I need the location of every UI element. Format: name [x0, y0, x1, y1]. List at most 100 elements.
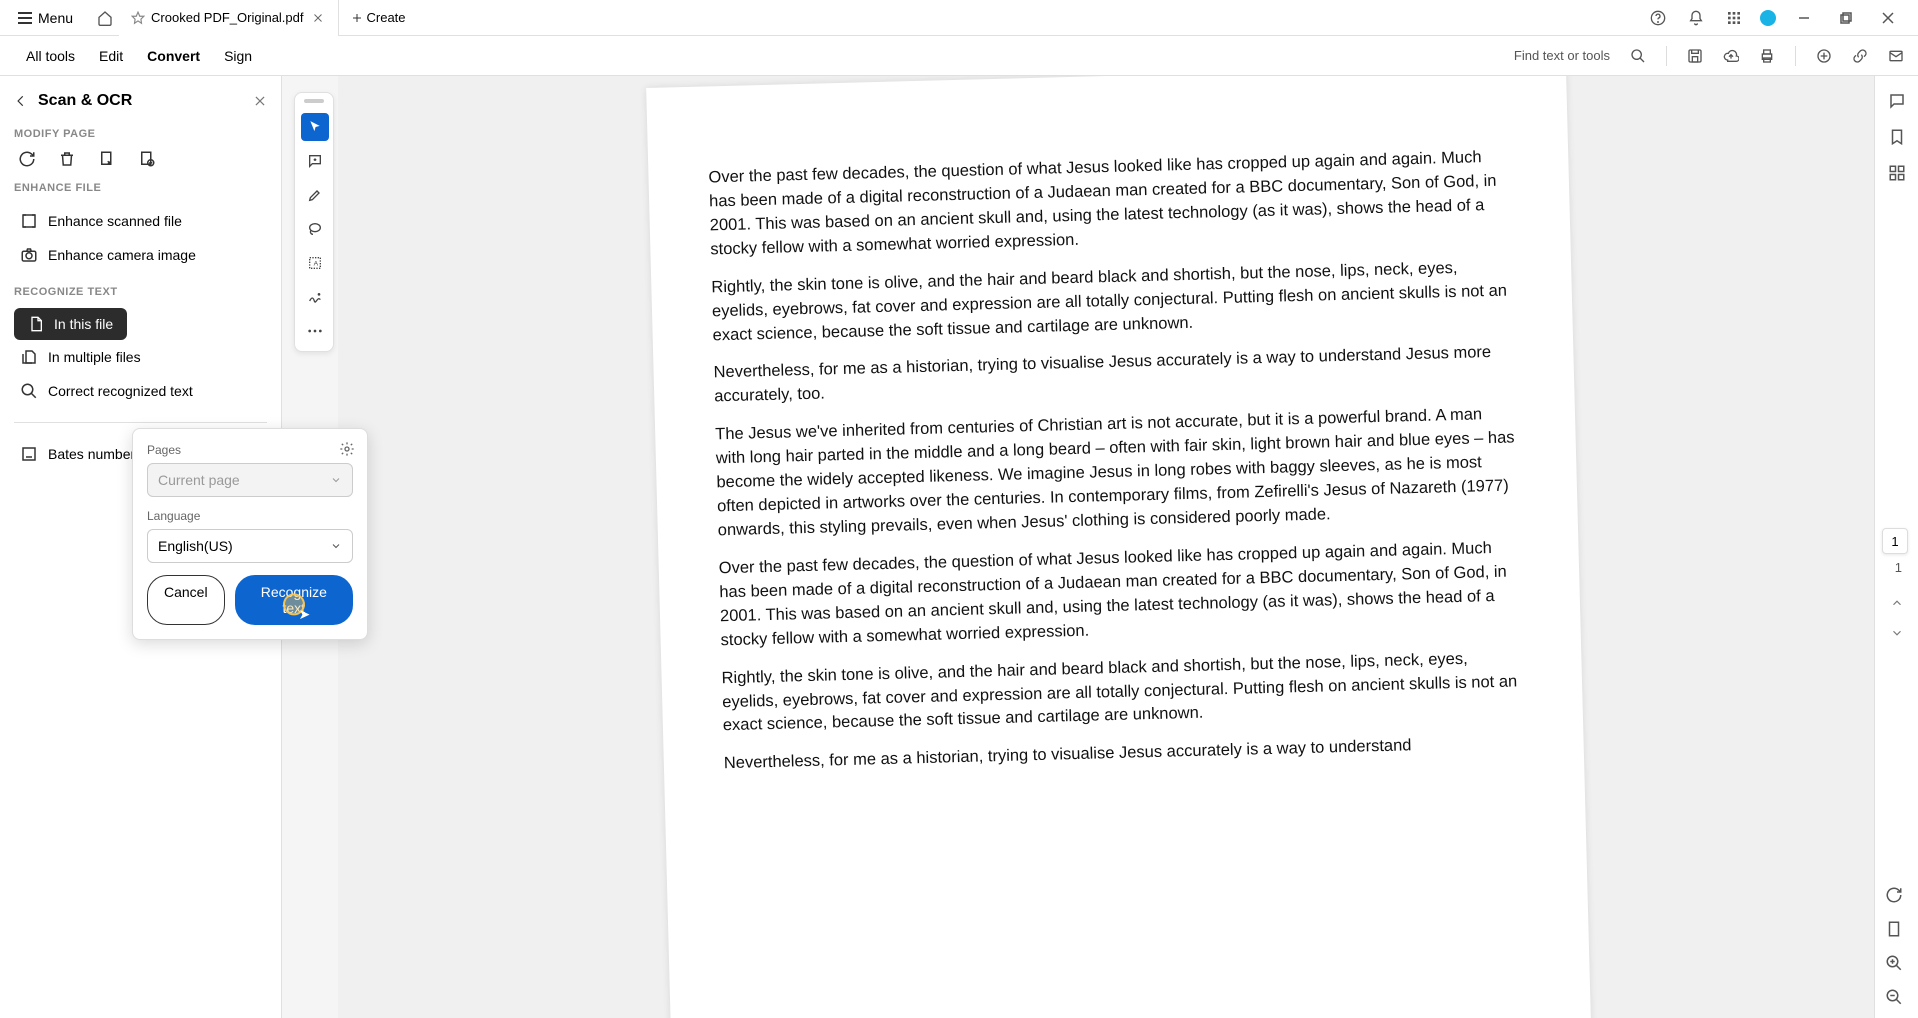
close-window-button[interactable]	[1874, 8, 1902, 28]
enhance-camera-button[interactable]: Enhance camera image	[14, 238, 267, 272]
maximize-button[interactable]	[1832, 8, 1860, 28]
maximize-icon	[1840, 12, 1852, 24]
in-this-file-button[interactable]: In this file	[14, 308, 127, 340]
insert-page-button[interactable]	[138, 150, 156, 168]
language-select[interactable]: English(US)	[147, 529, 353, 563]
prev-page-button[interactable]	[1890, 596, 1904, 610]
page-content: Over the past few decades, the question …	[646, 76, 1597, 1018]
notifications-button[interactable]	[1684, 6, 1708, 30]
help-button[interactable]	[1646, 6, 1670, 30]
avatar[interactable]	[1760, 10, 1776, 26]
document-viewer[interactable]: Over the past few decades, the question …	[338, 76, 1874, 1018]
doc-paragraph: Nevertheless, for me as a historian, try…	[713, 341, 1514, 410]
find-label: Find text or tools	[1514, 48, 1610, 63]
bookmark-panel-button[interactable]	[1888, 128, 1906, 146]
search-button[interactable]	[1630, 48, 1646, 64]
rotate-button[interactable]	[18, 150, 36, 168]
section-enhance-label: ENHANCE FILE	[14, 182, 267, 194]
fill-sign-tool[interactable]	[301, 283, 329, 311]
apps-button[interactable]	[1722, 6, 1746, 30]
minimize-button[interactable]	[1790, 8, 1818, 28]
in-multiple-files-label: In multiple files	[48, 349, 141, 365]
print-button[interactable]	[1759, 48, 1775, 64]
share-button[interactable]	[1888, 48, 1904, 64]
create-tab-button[interactable]: Create	[339, 10, 418, 25]
highlighter-icon	[307, 187, 323, 203]
more-tools[interactable]	[301, 317, 329, 345]
page-number-input[interactable]: 1	[1882, 528, 1908, 554]
select-tool[interactable]	[301, 113, 329, 141]
text-box-tool[interactable]: A	[301, 249, 329, 277]
in-multiple-files-button[interactable]: In multiple files	[14, 340, 267, 374]
save-icon	[1687, 48, 1703, 64]
sign-button[interactable]: Sign	[212, 40, 264, 72]
next-page-button[interactable]	[1890, 626, 1904, 640]
help-icon	[1650, 10, 1666, 26]
popover-settings-button[interactable]	[339, 441, 355, 457]
ai-assist-button[interactable]	[1816, 48, 1832, 64]
camera-icon	[20, 246, 38, 264]
chevron-down-icon	[330, 540, 342, 552]
zoom-out-button[interactable]	[1885, 988, 1903, 1006]
enhance-scanned-label: Enhance scanned file	[48, 213, 182, 229]
text-box-icon: A	[307, 255, 323, 271]
all-tools-button[interactable]: All tools	[14, 40, 87, 72]
zoom-in-button[interactable]	[1885, 954, 1903, 972]
upload-button[interactable]	[1723, 48, 1739, 64]
close-icon	[1882, 12, 1894, 24]
rotate-view-button[interactable]	[1885, 886, 1903, 904]
page-extract-icon	[98, 150, 116, 168]
file-icon	[28, 316, 44, 332]
sparkle-icon	[1816, 48, 1832, 64]
panel-close-button[interactable]	[253, 94, 267, 108]
lasso-icon	[307, 221, 323, 237]
highlight-tool[interactable]	[301, 181, 329, 209]
print-icon	[1759, 48, 1775, 64]
doc-paragraph: Rightly, the skin tone is olive, and the…	[721, 646, 1523, 739]
popover-buttons: Cancel Recognize text ➤	[147, 575, 353, 625]
grip-handle[interactable]	[304, 99, 324, 103]
pages-select[interactable]: Current page	[147, 463, 353, 497]
recognize-text-popover: Pages Current page Language English(US) …	[132, 428, 368, 640]
cursor-icon	[308, 120, 322, 134]
delete-page-button[interactable]	[58, 150, 76, 168]
bookmark-icon	[1888, 128, 1906, 146]
cancel-button[interactable]: Cancel	[147, 575, 225, 625]
zoom-in-icon	[1885, 954, 1903, 972]
thumbnail-panel-button[interactable]	[1888, 164, 1906, 182]
edit-button[interactable]: Edit	[87, 40, 135, 72]
link-button[interactable]	[1852, 48, 1868, 64]
title-right-group	[1646, 6, 1910, 30]
document-tab[interactable]: Crooked PDF_Original.pdf	[119, 0, 338, 36]
back-button[interactable]	[14, 94, 28, 108]
tab-close-button[interactable]	[310, 10, 326, 26]
menu-button[interactable]: Menu	[8, 6, 83, 30]
envelope-icon	[1888, 48, 1904, 64]
star-icon	[131, 11, 145, 25]
comment-tool[interactable]	[301, 147, 329, 175]
save-button[interactable]	[1687, 48, 1703, 64]
enhance-scanned-button[interactable]: Enhance scanned file	[14, 204, 267, 238]
extract-page-button[interactable]	[98, 150, 116, 168]
draw-tool[interactable]	[301, 215, 329, 243]
in-this-file-label: In this file	[54, 316, 113, 332]
separator	[1666, 46, 1667, 66]
comment-icon	[307, 153, 323, 169]
title-bar: Menu Crooked PDF_Original.pdf Create	[0, 0, 1918, 36]
doc-paragraph: Over the past few decades, the question …	[708, 146, 1510, 263]
pages-value: Current page	[158, 472, 240, 488]
recognize-text-button[interactable]: Recognize text ➤	[235, 575, 353, 625]
home-button[interactable]	[91, 4, 119, 32]
home-icon	[97, 10, 113, 26]
plus-icon	[351, 12, 363, 24]
pages-label: Pages	[147, 443, 353, 457]
page-display-button[interactable]	[1885, 920, 1903, 938]
correct-recognized-button[interactable]: Correct recognized text	[14, 374, 267, 408]
svg-text:A: A	[314, 261, 319, 268]
chat-panel-button[interactable]	[1888, 92, 1906, 110]
convert-button[interactable]: Convert	[135, 40, 212, 72]
chevron-up-icon	[1890, 596, 1904, 610]
page-insert-icon	[138, 150, 156, 168]
section-recognize-label: RECOGNIZE TEXT	[14, 286, 267, 298]
separator	[1795, 46, 1796, 66]
